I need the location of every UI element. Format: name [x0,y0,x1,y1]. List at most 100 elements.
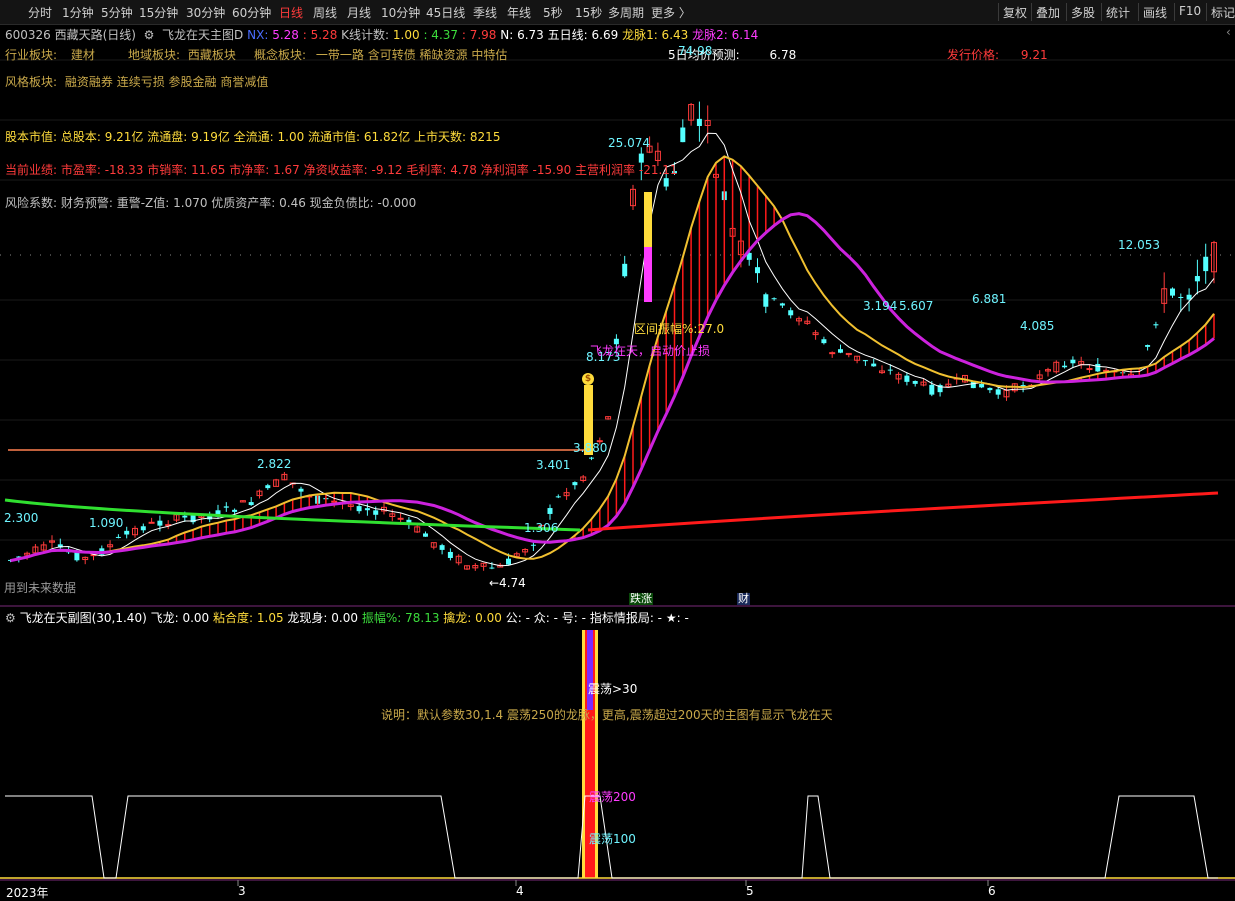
price-label-4085: 4.085 [1020,319,1055,333]
region-label: 地域板块: [128,48,181,62]
candle-body [148,521,155,524]
candle-body [1145,345,1151,347]
candle-body [779,303,785,306]
candle-body [1062,365,1068,368]
concept-label: 概念板块: [254,48,307,62]
candle-body [74,552,80,561]
candle-body [979,383,985,388]
finance-text: 财 [738,592,749,605]
candle-body [115,536,121,538]
flying-dragon-label: 飞龙在天，启动价止损 [590,344,711,358]
rise-fall-tag[interactable]: 跌涨 [629,593,653,605]
sub-description: 说明：默认参数30,1.4 震荡250的龙脉，更高,震荡超过200天的主图有显示… [381,708,833,722]
wuri-label: 五日线: 6.69 [547,28,619,42]
industry-value[interactable]: 建材 [71,48,95,62]
candle-body [1095,363,1101,372]
candle-body [356,506,362,512]
candle-body [912,381,918,384]
candle-body [755,267,760,274]
candle-body [987,387,993,391]
candle-body [124,530,130,535]
region-row: 地域板块: 西藏板块 [128,46,236,63]
indicator-name[interactable]: 飞龙在天主图D [162,28,243,42]
v1: : 4.37 [423,28,459,42]
candle-body [1203,256,1209,272]
candle-body [1170,288,1175,296]
sub-title[interactable]: 飞龙在天副图(30,1.40) [20,611,147,625]
zhenfu-val: 78.13 [405,611,440,625]
price-label-12053: 12.053 [1118,238,1160,252]
candle-body [1178,296,1184,298]
candle-body [763,294,769,307]
concept-row: 概念板块: 一带一路 含可转债 稀缺资源 中特估 [254,46,507,63]
candle-body [298,488,304,492]
issue-label: 发行价格: [947,48,1000,62]
candle-body [506,558,511,565]
candle-body [364,508,370,511]
candle-body [140,526,146,531]
candle-body [182,515,188,518]
price-label-7498: 74.98 [678,44,713,58]
candle-body [887,369,893,371]
candle-body [555,496,561,498]
sub-settings-icon[interactable]: ⚙ [5,611,16,625]
collapse-arrow-icon[interactable]: ‹ [1226,25,1231,39]
nx-label: NX: [247,28,269,42]
sub-bar-purple [587,630,593,710]
candle-body [871,363,877,367]
concept-value[interactable]: 一带一路 含可转债 稀缺资源 中特估 [316,48,507,62]
oscillation-200-label: 震荡200 [589,790,636,804]
style-row: 风格板块: 融资融券 连续亏损 参股金融 商誉减值 [5,73,268,90]
candle-body [265,485,271,489]
candle-body [663,178,669,187]
candle-body [1153,324,1159,326]
region-value[interactable]: 西藏板块 [188,48,236,62]
candle-body [248,502,254,506]
nianhe-label: 粘合度: [213,611,254,625]
long-ma-red [587,491,1219,532]
future-data-hint: 用到未来数据 [4,581,77,595]
candle-body [589,457,594,459]
candle-body [232,509,238,512]
issue-row: 发行价格: 9.21 [947,46,1048,63]
stock-code-name[interactable]: 600326 西藏天路(日线) [5,28,136,42]
candle-body [862,360,868,362]
forecast-value: 6.78 [769,48,797,62]
oscillation-100-label: 震荡100 [589,832,636,846]
candle-body [439,545,445,550]
performance-row: 当前业绩: 市盈率: -18.33 市销率: 11.65 市净率: 1.67 净… [5,163,678,177]
price-label-3880: 3.880 [573,441,608,455]
longmai2: 龙脉2: 6.14 [692,28,759,42]
risk-row: 风险系数: 财务预警: 重警-Z值: 1.070 优质资产率: 0.46 现金负… [5,196,417,210]
qinlong-val: 0.00 [475,611,502,625]
signal-bar-yellow2 [644,192,652,247]
finance-tag[interactable]: 财 [737,593,750,605]
issue-value: 9.21 [1020,48,1048,62]
signal-bar-magenta [644,247,652,302]
candle-body [622,263,628,277]
axis-month-4: 4 [516,884,524,898]
nx-val1: 5.28 [272,28,299,42]
candle-body [680,127,686,143]
nianhe-val: 1.05 [256,611,284,625]
settings-icon[interactable]: ⚙ [140,28,158,42]
hao-val: 号: - [561,611,586,625]
candle-body [489,567,495,569]
zhenfu-label: 振幅%: [361,611,402,625]
candle-body [771,298,777,300]
candle-body [788,310,794,316]
low-price-label: ←4.74 [489,576,526,590]
price-label-5607: 5.607 [899,299,934,313]
style-value[interactable]: 融资融券 连续亏损 参股金融 商誉减值 [65,75,268,89]
axis-month-5: 5 [746,884,754,898]
feilong-val: 飞龙: 0.00 [150,611,210,625]
candle-body [397,517,404,520]
header-bar: 600326 西藏天路(日线) ⚙ 飞龙在天主图D NX: 5.28 : 5.2… [5,26,758,43]
price-label-25074: 25.074 [608,136,650,150]
rise-fall-text: 跌涨 [630,592,652,605]
candle-body [904,375,910,382]
candle-body [423,533,428,537]
longmai1: 龙脉1: 6.43 [622,28,689,42]
money-bag-icon[interactable]: $ [582,373,594,385]
price-label-1090: 1.090 [89,516,124,530]
